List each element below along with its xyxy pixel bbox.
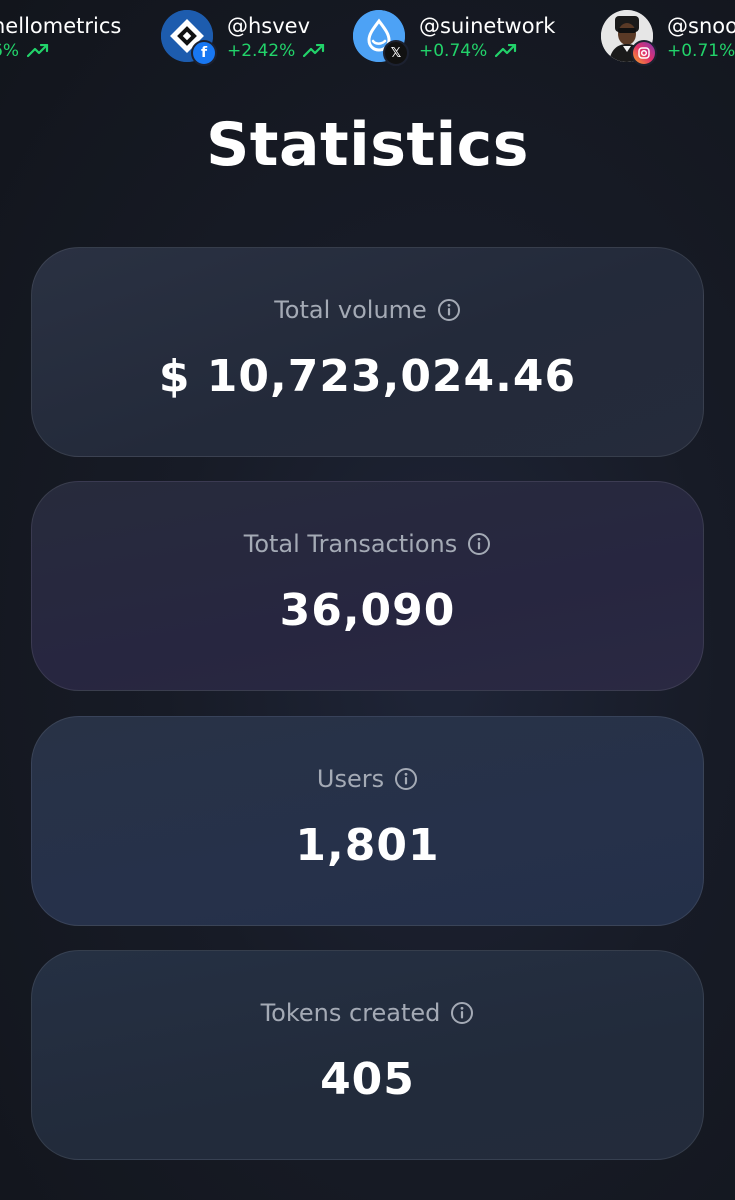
stat-card-tokens-created: Tokens created 405 (31, 950, 704, 1160)
info-icon[interactable] (467, 532, 491, 556)
page-title: Statistics (206, 110, 529, 180)
instagram-icon (631, 40, 657, 66)
ticker-handle: nellometrics (0, 14, 122, 38)
ticker-handle: @hsvev (227, 14, 311, 38)
stat-value: 36,090 (279, 585, 456, 636)
ticker-change: 6% (0, 40, 121, 62)
info-icon[interactable] (394, 767, 418, 791)
stat-card-total-volume: Total volume $ 10,723,024.46 (31, 247, 704, 457)
ticker-handle: @snoo (667, 14, 735, 38)
stat-value: 405 (320, 1054, 415, 1105)
avatar: f (161, 10, 217, 66)
stat-label-row: Total Transactions (32, 530, 703, 558)
facebook-icon: f (191, 40, 217, 66)
stat-label-row: Total volume (32, 296, 703, 324)
trending-up-icon (26, 44, 49, 58)
stat-label: Tokens created (260, 999, 441, 1027)
trending-up-icon (495, 44, 517, 58)
ticker-change: +0.74% (419, 40, 555, 62)
ticker-item[interactable]: 𝕏 @suinetwork +0.74% (353, 10, 555, 66)
stat-value: 1,801 (295, 820, 440, 871)
stat-value: $ 10,723,024.46 (158, 351, 577, 402)
stat-label: Total volume (274, 296, 427, 324)
ticker-item[interactable]: @snoo +0.71% (601, 10, 735, 66)
x-icon: 𝕏 (383, 40, 409, 66)
ticker-bar: nellometrics 6% f @hsvev +2.42% (0, 0, 735, 80)
ticker-handle: @suinetwork (419, 14, 556, 38)
ticker-item[interactable]: nellometrics 6% (0, 10, 121, 66)
ticker-item[interactable]: f @hsvev +2.42% (161, 10, 325, 66)
info-icon[interactable] (437, 298, 461, 322)
stat-label-row: Tokens created (32, 999, 703, 1027)
stat-card-total-transactions: Total Transactions 36,090 (31, 481, 704, 691)
avatar: 𝕏 (353, 10, 409, 66)
ticker-change: +0.71% (667, 41, 735, 61)
stat-label: Users (316, 765, 385, 793)
ticker-change: +2.42% (227, 40, 325, 62)
trending-up-icon (303, 44, 325, 58)
stat-label-row: Users (32, 765, 703, 793)
info-icon[interactable] (450, 1001, 474, 1025)
stat-label: Total Transactions (243, 530, 458, 558)
avatar (601, 10, 657, 66)
stat-card-users: Users 1,801 (31, 716, 704, 926)
